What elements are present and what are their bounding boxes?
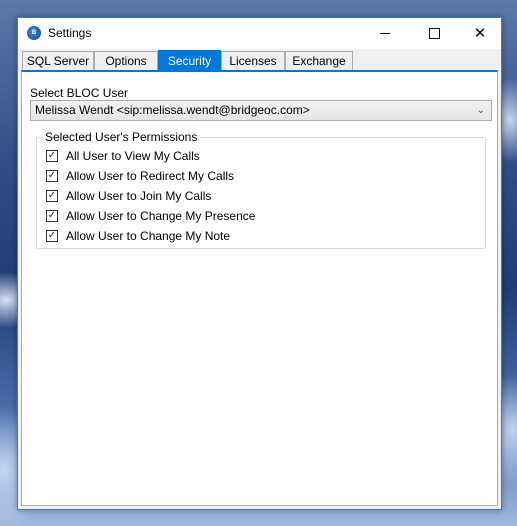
permission-label: Allow User to Change My Presence bbox=[66, 209, 256, 223]
permission-label: Allow User to Join My Calls bbox=[66, 189, 212, 203]
permission-change-note[interactable]: ✓ Allow User to Change My Note bbox=[46, 228, 230, 244]
chevron-down-icon: ⌄ bbox=[476, 105, 485, 116]
permission-label: Allow User to Redirect My Calls bbox=[66, 169, 235, 183]
maximize-button[interactable] bbox=[411, 18, 457, 49]
tab-options[interactable]: Options bbox=[94, 51, 158, 70]
close-icon: ✕ bbox=[473, 25, 487, 42]
permissions-group-title: Selected User's Permissions bbox=[43, 130, 200, 144]
view-calls-checkbox[interactable]: ✓ bbox=[46, 150, 58, 162]
minimize-icon bbox=[380, 33, 390, 34]
checkmark-icon: ✓ bbox=[47, 230, 57, 241]
checkmark-icon: ✓ bbox=[47, 190, 57, 201]
permission-view-calls[interactable]: ✓ All User to View My Calls bbox=[46, 148, 200, 164]
window-title: Settings bbox=[48, 26, 92, 40]
permission-join-calls[interactable]: ✓ Allow User to Join My Calls bbox=[46, 188, 211, 204]
minimize-button[interactable] bbox=[362, 18, 408, 49]
change-presence-checkbox[interactable]: ✓ bbox=[46, 210, 58, 222]
tab-exchange[interactable]: Exchange bbox=[285, 51, 353, 70]
user-dropdown-value: Melissa Wendt <sip:melissa.wendt@bridgeo… bbox=[35, 103, 310, 117]
permissions-group: Selected User's Permissions ✓ All User t… bbox=[36, 130, 486, 249]
join-calls-checkbox[interactable]: ✓ bbox=[46, 190, 58, 202]
select-user-label: Select BLOC User bbox=[30, 86, 129, 100]
tab-strip: SQL Server Options Security Licenses Exc… bbox=[22, 50, 422, 71]
tab-licenses[interactable]: Licenses bbox=[221, 51, 285, 70]
permission-change-presence[interactable]: ✓ Allow User to Change My Presence bbox=[46, 208, 255, 224]
change-note-checkbox[interactable]: ✓ bbox=[46, 230, 58, 242]
tab-security[interactable]: Security bbox=[158, 50, 221, 71]
checkmark-icon: ✓ bbox=[47, 210, 57, 221]
security-tab-panel: Select BLOC User Melissa Wendt <sip:meli… bbox=[21, 70, 498, 506]
permission-label: Allow User to Change My Note bbox=[66, 229, 231, 243]
user-dropdown[interactable]: Melissa Wendt <sip:melissa.wendt@bridgeo… bbox=[30, 100, 492, 121]
permission-label: All User to View My Calls bbox=[66, 149, 200, 163]
title-bar[interactable]: B Settings ✕ bbox=[18, 18, 501, 49]
maximize-icon bbox=[428, 28, 440, 39]
app-icon: B bbox=[27, 26, 41, 40]
checkmark-icon: ✓ bbox=[47, 170, 57, 181]
tab-sql-server[interactable]: SQL Server bbox=[22, 51, 94, 70]
close-button[interactable]: ✕ bbox=[457, 18, 503, 49]
settings-window: B Settings ✕ SQL Server Options Security… bbox=[17, 17, 502, 510]
redirect-calls-checkbox[interactable]: ✓ bbox=[46, 170, 58, 182]
permission-redirect-calls[interactable]: ✓ Allow User to Redirect My Calls bbox=[46, 168, 234, 184]
checkmark-icon: ✓ bbox=[47, 150, 57, 161]
